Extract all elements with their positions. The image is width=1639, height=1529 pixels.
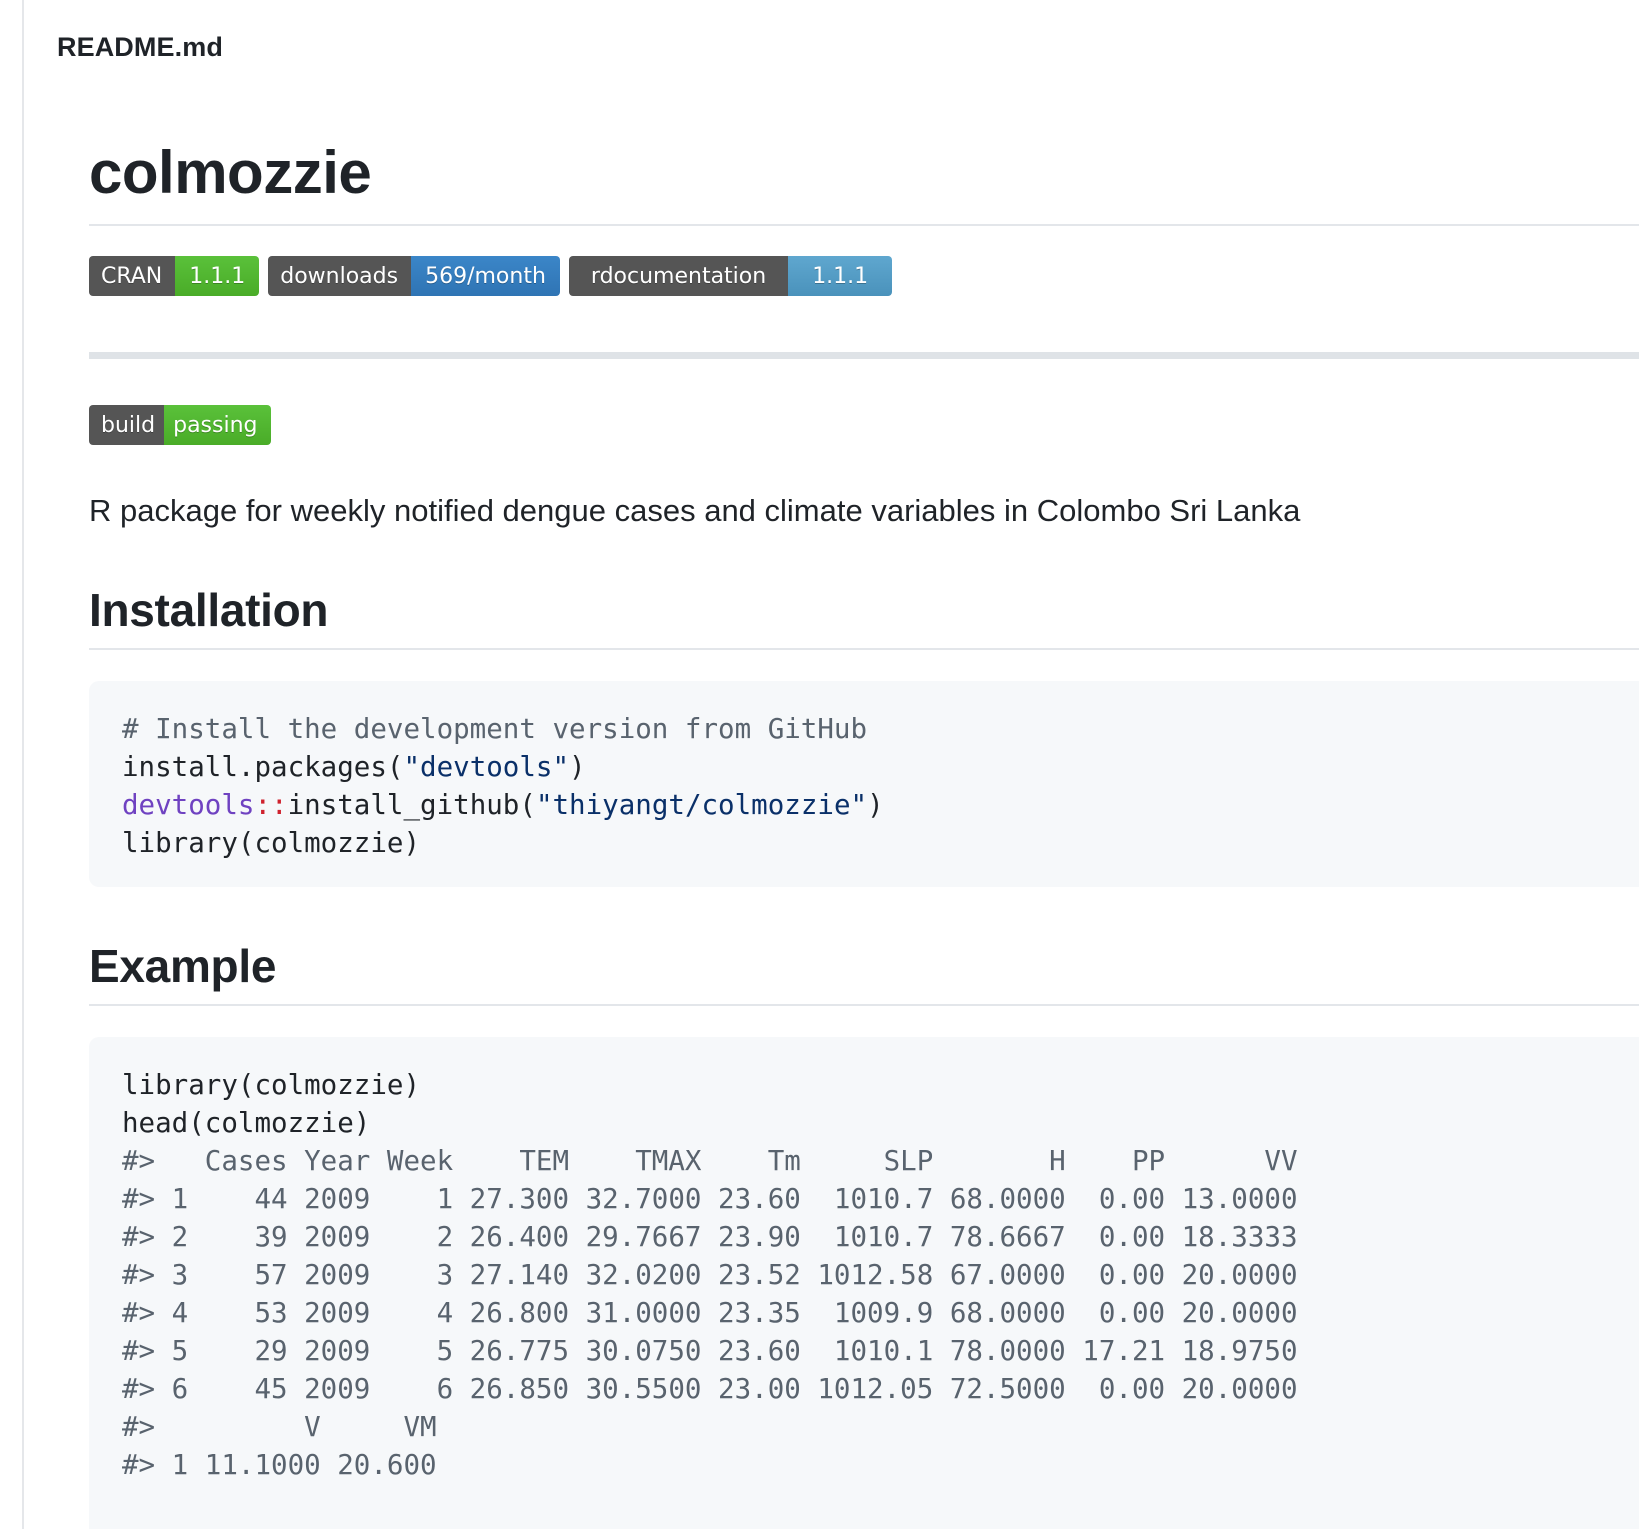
cran-badge-value: 1.1.1: [175, 256, 260, 296]
badge-row: CRAN 1.1.1 downloads 569/month rdocument…: [89, 256, 893, 296]
installation-heading: Installation: [89, 584, 329, 636]
output-line: #> 3 57 2009 3 27.140 32.0200 23.52 1012…: [122, 1259, 1298, 1291]
code-comment: # Install the development version from G…: [122, 713, 868, 745]
build-badge[interactable]: build passing: [89, 405, 271, 445]
output-line: #> Cases Year Week TEM TMAX Tm SLP H PP …: [122, 1145, 1298, 1177]
build-badge-value: passing: [164, 405, 271, 445]
horizontal-rule: [89, 352, 1639, 359]
title-divider: [89, 224, 1639, 226]
code-line-library: library(colmozzie): [122, 827, 421, 859]
file-name-header: README.md: [57, 32, 223, 62]
rdocumentation-badge-label: rdocumentation: [568, 256, 789, 296]
output-line: #> 1 11.1000 20.600: [122, 1449, 437, 1481]
output-line: #> 2 39 2009 2 26.400 29.7667 23.90 1010…: [122, 1221, 1298, 1253]
example-heading: Example: [89, 940, 277, 992]
build-badge-label: build: [89, 405, 165, 445]
downloads-badge-value: 569/month: [411, 256, 560, 296]
example-divider: [89, 1004, 1639, 1006]
output-line: #> 5 29 2009 5 26.775 30.0750 23.60 1010…: [122, 1335, 1298, 1367]
installation-divider: [89, 648, 1639, 650]
rdocumentation-badge[interactable]: rdocumentation 1.1.1: [568, 256, 893, 296]
output-line: #> V VM: [122, 1411, 437, 1443]
downloads-badge[interactable]: downloads 569/month: [268, 256, 560, 296]
output-line: #> 4 53 2009 4 26.800 31.0000 23.35 1009…: [122, 1297, 1298, 1329]
code-line: library(colmozzie): [122, 1069, 421, 1101]
installation-code-block[interactable]: # Install the development version from G…: [89, 681, 1639, 887]
output-line: #> 1 44 2009 1 27.300 32.7000 23.60 1010…: [122, 1183, 1298, 1215]
cran-badge-label: CRAN: [89, 256, 176, 296]
rdocumentation-badge-value: 1.1.1: [788, 256, 893, 296]
build-badge-row: build passing: [89, 405, 271, 445]
page-title: colmozzie: [89, 139, 372, 206]
output-line: #> 6 45 2009 6 26.850 30.5500 23.00 1012…: [122, 1373, 1298, 1405]
example-code-block[interactable]: library(colmozzie) head(colmozzie) #> Case…: [89, 1037, 1639, 1529]
downloads-badge-label: downloads: [268, 256, 412, 296]
code-line-install-github: devtools::install_github("thiyangt/colmo…: [122, 789, 884, 821]
code-line-install-packages: install.packages("devtools"): [122, 751, 586, 783]
package-description: R package for weekly notified dengue cas…: [89, 493, 1301, 528]
cran-badge[interactable]: CRAN 1.1.1: [89, 256, 260, 296]
code-line: head(colmozzie): [122, 1107, 371, 1139]
